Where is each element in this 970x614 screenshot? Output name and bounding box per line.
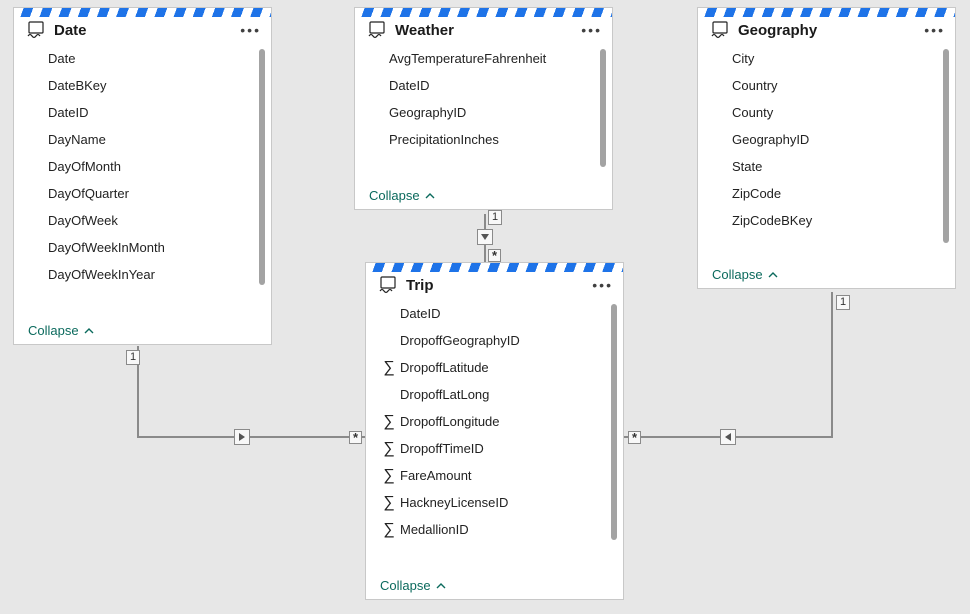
field-list: DateID DropoffGeographyID ∑DropoffLatitu… — [372, 300, 617, 543]
cardinality-date-one: 1 — [126, 350, 140, 365]
field-item[interactable]: DropoffGeographyID — [376, 327, 617, 354]
more-options-icon[interactable]: ••• — [240, 22, 261, 38]
field-item[interactable]: DayOfWeekInYear — [24, 261, 265, 288]
chevron-up-icon — [768, 270, 778, 280]
scrollbar[interactable] — [600, 49, 606, 167]
field-item[interactable]: DateID — [24, 99, 265, 126]
chevron-up-icon — [84, 326, 94, 336]
relationship-date-trip-h[interactable] — [137, 436, 365, 438]
table-geography[interactable]: Geography ••• City Country County Geogra… — [697, 7, 956, 289]
direction-arrow-geography-trip — [720, 429, 736, 445]
table-title: Date — [54, 22, 232, 39]
cardinality-geography-one: 1 — [836, 295, 850, 310]
field-item[interactable]: AvgTemperatureFahrenheit — [365, 45, 606, 72]
collapse-button[interactable]: Collapse — [14, 319, 271, 344]
field-item[interactable]: DayName — [24, 126, 265, 153]
relationship-geography-trip-v[interactable] — [831, 292, 833, 438]
sigma-icon: ∑ — [380, 440, 398, 458]
sigma-icon: ∑ — [380, 521, 398, 539]
cardinality-trip-many-from-weather: * — [488, 249, 501, 262]
scrollbar[interactable] — [943, 49, 949, 243]
table-weather[interactable]: Weather ••• AvgTemperatureFahrenheit Dat… — [354, 7, 613, 210]
field-item[interactable]: ∑DropoffLongitude — [376, 408, 617, 435]
field-item[interactable]: DayOfQuarter — [24, 180, 265, 207]
field-item[interactable]: Country — [708, 72, 949, 99]
more-options-icon[interactable]: ••• — [581, 22, 602, 38]
collapse-button[interactable]: Collapse — [698, 263, 955, 288]
more-options-icon[interactable]: ••• — [592, 277, 613, 293]
field-item[interactable]: ZipCodeBKey — [708, 207, 949, 234]
field-item[interactable]: ∑DropoffTimeID — [376, 435, 617, 462]
collapse-button[interactable]: Collapse — [355, 184, 612, 209]
table-icon — [710, 21, 730, 39]
table-title: Weather — [395, 22, 573, 39]
table-title: Trip — [406, 277, 584, 294]
field-item[interactable]: State — [708, 153, 949, 180]
field-item[interactable]: DayOfWeek — [24, 207, 265, 234]
field-item[interactable]: GeographyID — [365, 99, 606, 126]
field-item[interactable]: DateID — [365, 72, 606, 99]
field-item[interactable]: PrecipitationInches — [365, 126, 606, 153]
field-item[interactable]: ∑DropoffLatitude — [376, 354, 617, 381]
field-item[interactable]: County — [708, 99, 949, 126]
sigma-icon: ∑ — [380, 359, 398, 377]
chevron-up-icon — [425, 191, 435, 201]
field-item[interactable]: DayOfMonth — [24, 153, 265, 180]
field-list: AvgTemperatureFahrenheit DateID Geograph… — [361, 45, 606, 153]
direction-arrow-date-trip — [234, 429, 250, 445]
table-icon — [378, 276, 398, 294]
table-stripe — [14, 7, 271, 17]
field-item[interactable]: ∑MedallionID — [376, 516, 617, 543]
table-icon — [367, 21, 387, 39]
table-stripe — [355, 7, 612, 17]
collapse-button[interactable]: Collapse — [366, 574, 623, 599]
cardinality-trip-many-from-geography: * — [628, 431, 641, 444]
field-item[interactable]: ∑HackneyLicenseID — [376, 489, 617, 516]
cardinality-weather-one: 1 — [488, 210, 502, 225]
table-icon — [26, 21, 46, 39]
table-trip[interactable]: Trip ••• DateID DropoffGeographyID ∑Drop… — [365, 262, 624, 600]
sigma-icon: ∑ — [380, 494, 398, 512]
cardinality-trip-many-from-date: * — [349, 431, 362, 444]
field-item[interactable]: DateBKey — [24, 72, 265, 99]
field-item[interactable]: City — [708, 45, 949, 72]
field-item[interactable]: DayOfWeekInMonth — [24, 234, 265, 261]
table-stripe — [366, 262, 623, 272]
table-title: Geography — [738, 22, 916, 39]
field-list: Date DateBKey DateID DayName DayOfMonth … — [20, 45, 265, 288]
field-item[interactable]: Date — [24, 45, 265, 72]
scrollbar[interactable] — [259, 49, 265, 285]
chevron-up-icon — [436, 581, 446, 591]
sigma-icon: ∑ — [380, 413, 398, 431]
more-options-icon[interactable]: ••• — [924, 22, 945, 38]
field-item[interactable]: DateID — [376, 300, 617, 327]
table-stripe — [698, 7, 955, 17]
table-date[interactable]: Date ••• Date DateBKey DateID DayName Da… — [13, 7, 272, 345]
scrollbar[interactable] — [611, 304, 617, 540]
field-item[interactable]: GeographyID — [708, 126, 949, 153]
sigma-icon: ∑ — [380, 467, 398, 485]
direction-arrow-weather-trip — [477, 229, 493, 245]
field-item[interactable]: DropoffLatLong — [376, 381, 617, 408]
field-item[interactable]: ZipCode — [708, 180, 949, 207]
field-list: City Country County GeographyID State Zi… — [704, 45, 949, 234]
field-item[interactable]: ∑FareAmount — [376, 462, 617, 489]
